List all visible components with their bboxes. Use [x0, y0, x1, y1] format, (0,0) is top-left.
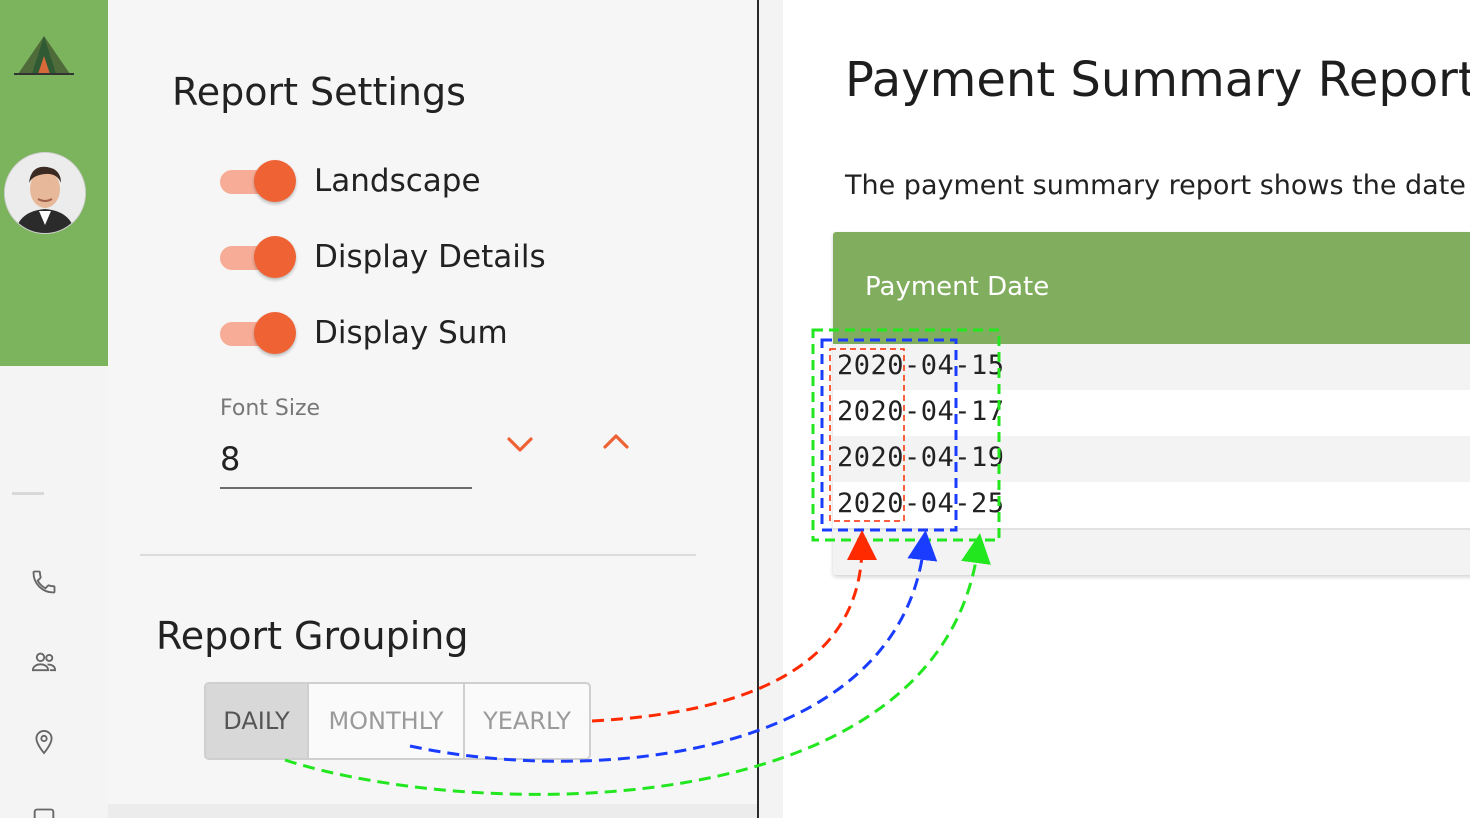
font-size-underline [220, 487, 472, 489]
cell-payment-date: 2020-04-19 [837, 442, 1005, 473]
table-row: 2020-04-15 [833, 344, 1470, 392]
chevron-down-icon[interactable] [504, 432, 536, 456]
panel-title: Report Settings [172, 70, 466, 114]
more-icon[interactable] [30, 806, 58, 818]
grouping-title: Report Grouping [156, 614, 469, 658]
yearly-button[interactable]: YEARLY [465, 684, 589, 758]
table-footer [833, 530, 1470, 575]
rail-divider [12, 492, 44, 495]
toggle-label: Display Sum [314, 315, 508, 351]
cell-payment-date: 2020-04-17 [837, 396, 1005, 427]
panel-gap [759, 0, 783, 818]
toggle-row-display-sum: Display Sum [220, 310, 508, 356]
payment-table: Payment Date 2020-04-15 2020-04-17 2020-… [833, 232, 1470, 575]
panel-divider [140, 554, 696, 556]
location-pin-icon[interactable] [30, 728, 58, 756]
settings-panel: Report Settings Landscape Display Detail… [108, 0, 757, 818]
display-details-toggle[interactable] [220, 234, 296, 280]
left-rail [0, 0, 108, 818]
font-size-input[interactable]: 8 [220, 440, 240, 478]
people-icon[interactable] [30, 648, 58, 676]
landscape-toggle[interactable] [220, 158, 296, 204]
chevron-up-icon[interactable] [600, 430, 632, 454]
cell-payment-date: 2020-04-25 [837, 488, 1005, 519]
panel-bottom-edge [108, 804, 757, 818]
daily-button[interactable]: DAILY [206, 684, 309, 758]
toggle-row-display-details: Display Details [220, 234, 546, 280]
toggle-row-landscape: Landscape [220, 158, 481, 204]
logo-tent-icon [14, 36, 74, 75]
grouping-segmented-control: DAILY MONTHLY YEARLY [204, 682, 591, 760]
table-row: 2020-04-25 [833, 482, 1470, 530]
font-size-label: Font Size [220, 396, 321, 421]
report-title: Payment Summary Report [845, 52, 1470, 108]
report-description: The payment summary report shows the dat… [845, 170, 1470, 201]
cell-payment-date: 2020-04-15 [837, 350, 1005, 381]
report-preview: Payment Summary Report The payment summa… [783, 0, 1470, 818]
phone-icon[interactable] [30, 568, 58, 596]
table-row: 2020-04-19 [833, 436, 1470, 484]
avatar[interactable] [4, 152, 86, 234]
display-sum-toggle[interactable] [220, 310, 296, 356]
table-row: 2020-04-17 [833, 390, 1470, 438]
toggle-label: Landscape [314, 163, 481, 199]
column-header-payment-date: Payment Date [865, 272, 1050, 302]
toggle-label: Display Details [314, 239, 546, 275]
rail-header [0, 0, 108, 366]
monthly-button[interactable]: MONTHLY [309, 684, 465, 758]
table-header: Payment Date [833, 232, 1470, 344]
avatar-image [5, 153, 85, 233]
